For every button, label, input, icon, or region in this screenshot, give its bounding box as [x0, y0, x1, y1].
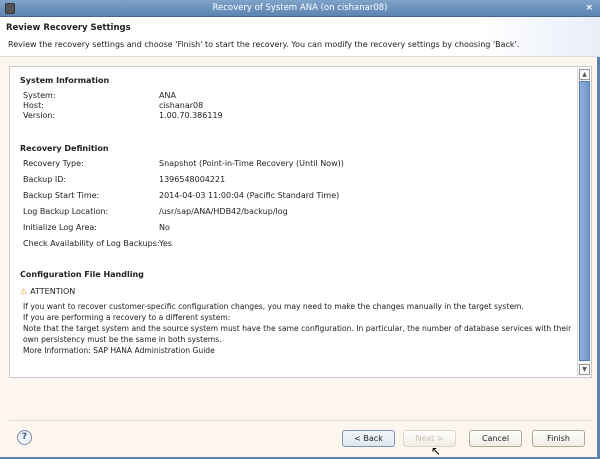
- config-notes: If you want to recover customer-specific…: [23, 301, 573, 356]
- def-row: Recovery Type: Snapshot (Point-in-Time Re…: [23, 159, 344, 168]
- mouse-cursor-icon: ↖: [431, 444, 442, 458]
- info-row: Version: 1.00.70.386119: [23, 111, 223, 120]
- page-description: Review the recovery settings and choose …: [8, 40, 520, 49]
- def-row: Backup Start Time: 2014-04-03 11:00:04 (P…: [23, 191, 339, 200]
- note-line: If you are performing a recovery to a di…: [23, 313, 231, 322]
- close-icon[interactable]: ×: [585, 0, 593, 17]
- def-value: /usr/sap/ANA/HDB42/backup/log: [159, 207, 288, 216]
- def-value: 2014-04-03 11:00:04 (Pacific Standard Ti…: [159, 191, 340, 200]
- attention-label: ⚠ ATTENTION: [20, 287, 75, 296]
- def-label: Log Backup Location:: [23, 207, 109, 216]
- def-label: Initialize Log Area:: [23, 223, 97, 232]
- page-title: Review Recovery Settings: [6, 23, 131, 33]
- divider: [9, 420, 592, 421]
- def-value: Yes: [159, 239, 172, 248]
- def-label: Backup Start Time:: [23, 191, 100, 200]
- recovery-definition-heading: Recovery Definition: [20, 144, 109, 153]
- back-button[interactable]: < Back: [342, 430, 395, 447]
- info-label: System:: [23, 91, 56, 100]
- window-title: Recovery of System ANA (on cishanar08): [212, 3, 388, 13]
- config-heading: Configuration File Handling: [20, 270, 144, 279]
- app-icon: [5, 3, 15, 14]
- scroll-thumb[interactable]: [579, 81, 590, 361]
- warning-icon: ⚠: [20, 287, 28, 296]
- title-bar: Recovery of System ANA (on cishanar08) ×: [0, 0, 600, 17]
- def-label: Recovery Type:: [23, 159, 84, 168]
- wizard-header: Review Recovery Settings Review the reco…: [0, 17, 600, 57]
- attention-text: ATTENTION: [30, 287, 76, 296]
- summary-panel: System Information System: ANA Host: cisha…: [9, 66, 592, 378]
- def-value: 1396548004221: [159, 175, 226, 184]
- scroll-down-icon[interactable]: ▼: [579, 364, 590, 375]
- def-row: Log Backup Location: /usr/sap/ANA/HDB42/b…: [23, 207, 288, 216]
- scroll-up-icon[interactable]: ▲: [579, 69, 590, 80]
- def-label: Check Availability of Log Backups:: [23, 239, 160, 248]
- def-row: Initialize Log Area: No: [23, 223, 170, 232]
- def-label: Backup ID:: [23, 175, 67, 184]
- finish-button[interactable]: Finish: [532, 430, 585, 447]
- note-line: Note that the target system and the sour…: [23, 324, 572, 333]
- cancel-button[interactable]: Cancel: [469, 430, 522, 447]
- note-line: own persistency must be the same in both…: [23, 335, 222, 344]
- vertical-scrollbar[interactable]: ▲ ▼: [577, 68, 590, 376]
- info-value: ANA: [159, 91, 176, 100]
- info-row: System: ANA: [23, 91, 176, 100]
- def-row: Check Availability of Log Backups: Yes: [23, 239, 172, 248]
- info-label: Host:: [23, 101, 44, 110]
- info-value: cishanar08: [159, 101, 204, 110]
- note-line: More Information: SAP HANA Administratio…: [23, 346, 215, 355]
- info-row: Host: cishanar08: [23, 101, 203, 110]
- next-button[interactable]: Next >: [403, 430, 456, 447]
- def-value: No: [159, 223, 170, 232]
- def-row: Backup ID: 1396548004221: [23, 175, 225, 184]
- system-info-heading: System Information: [20, 76, 110, 85]
- note-line: If you want to recover customer-specific…: [23, 302, 524, 311]
- info-label: Version:: [23, 111, 56, 120]
- help-icon[interactable]: ?: [17, 430, 32, 445]
- def-value: Snapshot (Point-in-Time Recovery (Until …: [159, 159, 344, 168]
- info-value: 1.00.70.386119: [159, 111, 223, 120]
- summary-content: System Information System: ANA Host: cisha…: [10, 67, 577, 377]
